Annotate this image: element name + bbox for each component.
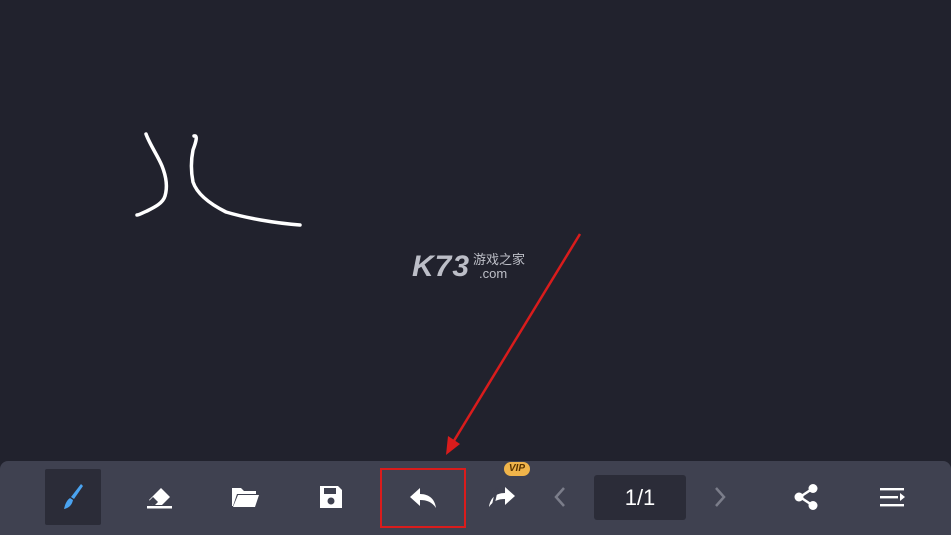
ink-stroke [135, 132, 169, 217]
save-button[interactable] [303, 469, 359, 525]
next-page-button[interactable] [692, 469, 748, 525]
vip-badge: VIP [503, 462, 530, 476]
ink-stroke [189, 134, 302, 227]
prev-page-button[interactable] [532, 469, 588, 525]
menu-icon [880, 488, 905, 507]
watermark-logo: K73 游戏之家 .com [412, 250, 525, 284]
brush-icon [64, 484, 83, 509]
open-button[interactable] [217, 469, 273, 525]
undo-icon [410, 488, 436, 508]
undo-button[interactable] [380, 468, 466, 528]
watermark-brand: K73 [412, 250, 471, 283]
menu-button[interactable] [864, 469, 920, 525]
watermark-domain: .com [479, 266, 508, 281]
bottom-toolbar: VIP 1/1 [0, 461, 951, 535]
save-icon [320, 486, 342, 508]
eraser-icon [147, 488, 172, 509]
redo-button[interactable]: VIP [475, 462, 531, 525]
folder-open-icon [232, 488, 259, 507]
chevron-left-icon [554, 487, 565, 507]
redo-icon [489, 487, 515, 507]
share-button[interactable] [778, 469, 834, 525]
brush-button[interactable] [45, 469, 101, 525]
eraser-button[interactable] [131, 469, 187, 525]
share-icon [794, 484, 818, 510]
page-indicator: 1/1 [594, 475, 686, 520]
chevron-right-icon [715, 487, 726, 507]
